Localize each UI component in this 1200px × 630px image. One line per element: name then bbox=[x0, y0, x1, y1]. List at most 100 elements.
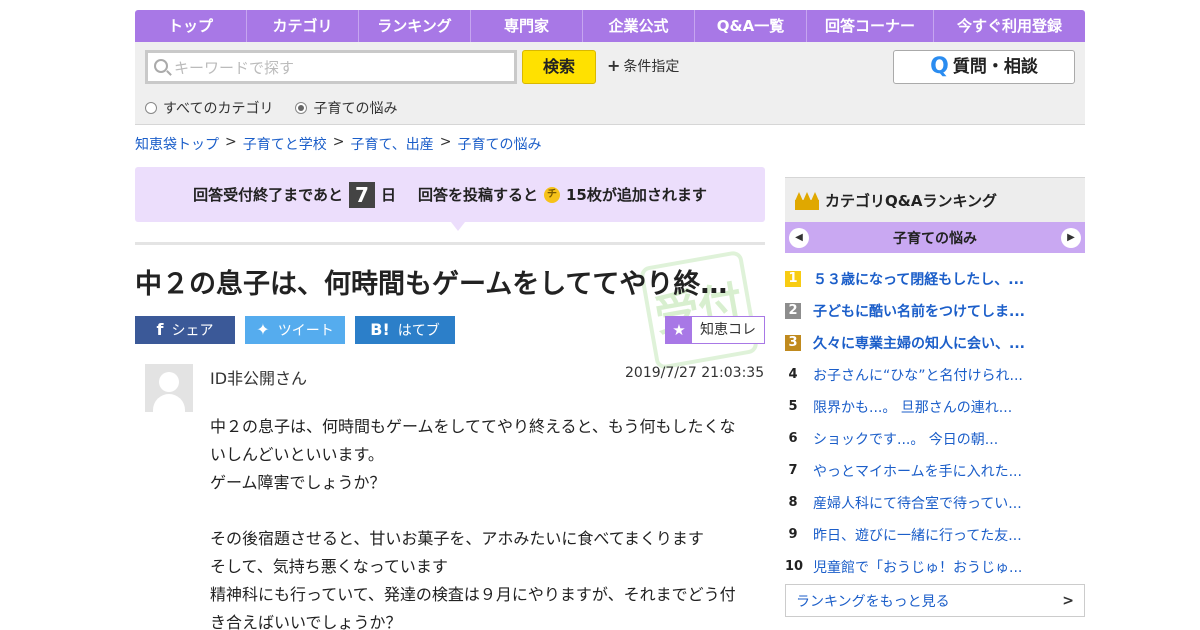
ranking-item[interactable]: 6 ショックです...。 今日の朝... bbox=[785, 423, 1085, 455]
nav-ranking[interactable]: ランキング bbox=[359, 10, 471, 42]
search-icon bbox=[154, 59, 168, 73]
conditions-button[interactable]: + 条件指定 bbox=[607, 56, 679, 76]
nav-official[interactable]: 企業公式 bbox=[583, 10, 695, 42]
more-ranking-button[interactable]: ランキングをもっと見る > bbox=[785, 584, 1085, 617]
ask-question-label: 質問・相談 bbox=[952, 57, 1038, 77]
hatena-label: はてブ bbox=[397, 323, 440, 339]
search-button[interactable]: 検索 bbox=[522, 50, 596, 84]
star-icon: ★ bbox=[666, 317, 692, 343]
rank-number: 1 bbox=[785, 271, 801, 287]
ranking-item[interactable]: 3 久々に専業主婦の知人に会い、... bbox=[785, 327, 1085, 359]
hatena-icon: B! bbox=[370, 320, 390, 339]
breadcrumb-item[interactable]: 子育て、出産 bbox=[350, 134, 433, 154]
ranking-question-link[interactable]: ショックです...。 今日の朝... bbox=[813, 429, 1058, 449]
twitter-share-button[interactable]: ✦ ツイート bbox=[245, 316, 345, 344]
breadcrumb-sep: > bbox=[439, 134, 452, 150]
question-datetime: 2019/7/27 21:03:35 bbox=[625, 365, 765, 381]
ranking-item[interactable]: 2 子どもに酷い名前をつけてしま... bbox=[785, 295, 1085, 327]
chiekore-button[interactable]: ★ 知恵コレ bbox=[665, 316, 765, 344]
radio-all-categories[interactable]: すべてのカテゴリ bbox=[145, 98, 273, 118]
ranking-item[interactable]: 5 限界かも...。 旦那さんの連れ... bbox=[785, 391, 1085, 423]
rank-number: 3 bbox=[785, 335, 801, 351]
breadcrumb-item[interactable]: 子育ての悩み bbox=[458, 134, 542, 154]
plus-icon: + bbox=[607, 56, 621, 75]
ranking-item[interactable]: 7 やっとマイホームを手に入れた... bbox=[785, 455, 1085, 487]
ranking-item[interactable]: 4 お子さんに“ひな”と名付けられ... bbox=[785, 359, 1085, 391]
notice-pointer bbox=[451, 222, 465, 231]
ranking-category-switcher: ◀ 子育ての悩み ▶ bbox=[785, 222, 1085, 253]
question-body: 中２の息子は、何時間もゲームをしててやり終えると、もう何もしたくな いしんどいと… bbox=[210, 413, 750, 630]
notice-day-unit: 日 bbox=[380, 186, 396, 204]
ranking-item[interactable]: 9 昨日、遊びに一緒に行ってた友... bbox=[785, 519, 1085, 551]
nav-qa-list[interactable]: Q&A一覧 bbox=[695, 10, 807, 42]
conditions-label: 条件指定 bbox=[623, 59, 680, 75]
ranking-question-link[interactable]: 児童館で「おうじゅ！おうじゅ... bbox=[813, 557, 1058, 577]
sidebar-header: カテゴリQ&Aランキング bbox=[785, 177, 1085, 222]
prev-category-icon[interactable]: ◀ bbox=[789, 227, 809, 248]
ranking-question-link[interactable]: 昨日、遊びに一緒に行ってた友... bbox=[813, 525, 1058, 545]
coin-icon: チ bbox=[544, 186, 560, 203]
question-line: いしんどいといいます。 bbox=[210, 445, 384, 464]
category-scope: すべてのカテゴリ 子育ての悩み bbox=[145, 98, 397, 118]
radio-off-icon bbox=[145, 102, 157, 114]
rank-number: 7 bbox=[788, 463, 798, 478]
search-area: 検索 +条件指定 Q質問・相談 すべてのカテゴリ 子育ての悩み bbox=[135, 42, 1085, 125]
hatena-bookmark-button[interactable]: B! はてブ bbox=[355, 316, 455, 344]
sidebar-title: カテゴリQ&Aランキング bbox=[825, 191, 997, 210]
question-line: その後宿題させると、甘いお菓子を、アホみたいに食べてまくります bbox=[210, 529, 704, 548]
ranking-question-link[interactable]: やっとマイホームを手に入れた... bbox=[813, 461, 1058, 481]
facebook-share-button[interactable]: f シェア bbox=[135, 316, 235, 344]
next-category-icon[interactable]: ▶ bbox=[1061, 227, 1081, 248]
ranking-item[interactable]: 10 児童館で「おうじゅ！おうじゅ... bbox=[785, 551, 1085, 583]
question-line: き合えばいいでしょうか？ bbox=[210, 613, 402, 630]
chiekore-label: 知恵コレ bbox=[700, 322, 756, 338]
breadcrumb-item[interactable]: 知恵袋トップ bbox=[135, 134, 219, 154]
rank-number: 10 bbox=[785, 559, 804, 574]
twitter-share-label: ツイート bbox=[277, 323, 334, 339]
search-box bbox=[145, 50, 517, 84]
radio-on-icon bbox=[295, 102, 308, 114]
chevron-right-icon: > bbox=[1062, 592, 1074, 609]
ranking-question-link[interactable]: 久々に専業主婦の知人に会い、... bbox=[813, 333, 1058, 353]
avatar-body bbox=[153, 394, 185, 412]
search-input[interactable] bbox=[174, 56, 504, 80]
radio-current-category[interactable]: 子育ての悩み bbox=[295, 98, 397, 118]
rank-number: 2 bbox=[785, 303, 801, 319]
notice-after: 15枚が追加されます bbox=[566, 186, 707, 204]
ranking-list: 1 ５３歳になって閉経もしたし、... 2 子どもに酷い名前をつけてしま... 3 久々に… bbox=[785, 263, 1085, 583]
ranking-question-link[interactable]: ５３歳になって閉経もしたし、... bbox=[813, 269, 1058, 289]
breadcrumb-item[interactable]: 子育てと学校 bbox=[243, 134, 327, 154]
ranking-question-link[interactable]: 子どもに酷い名前をつけてしま... bbox=[813, 301, 1058, 321]
notice-before: 回答受付終了まであと bbox=[193, 186, 343, 204]
question-line: ゲーム障害でしょうか？ bbox=[210, 473, 386, 492]
ranking-item[interactable]: 1 ５３歳になって閉経もしたし、... bbox=[785, 263, 1085, 295]
twitter-icon: ✦ bbox=[256, 320, 270, 339]
question-title: 中２の息子は、何時間もゲームをしててやり終… bbox=[135, 269, 728, 300]
q-icon: Q bbox=[930, 54, 949, 79]
ask-question-button[interactable]: Q 質問・相談 bbox=[893, 50, 1075, 84]
radio-all-label: すべてのカテゴリ bbox=[163, 101, 274, 117]
more-ranking-label: ランキングをもっと見る bbox=[796, 593, 950, 610]
breadcrumb-sep: > bbox=[332, 134, 345, 150]
ranking-question-link[interactable]: 限界かも...。 旦那さんの連れ... bbox=[813, 397, 1058, 417]
facebook-share-label: シェア bbox=[171, 323, 214, 339]
breadcrumb: 知恵袋トップ > 子育てと学校 > 子育て、出産 > 子育ての悩み bbox=[135, 134, 542, 154]
answer-deadline-notice: 回答受付終了まであと 7 日 回答を投稿すると チ 15枚が追加されます bbox=[135, 167, 765, 222]
crown-icon bbox=[795, 190, 819, 210]
rank-number: 4 bbox=[788, 367, 798, 382]
rank-number: 5 bbox=[788, 399, 798, 414]
ranking-question-link[interactable]: 産婦人科にて待合室で待ってい... bbox=[813, 493, 1058, 513]
nav-category[interactable]: カテゴリ bbox=[247, 10, 359, 42]
nav-answer-corner[interactable]: 回答コーナー bbox=[807, 10, 934, 42]
nav-experts[interactable]: 専門家 bbox=[471, 10, 583, 42]
nav-register[interactable]: 今すぐ利用登録 bbox=[934, 10, 1085, 42]
avatar-head bbox=[159, 372, 179, 392]
ranking-question-link[interactable]: お子さんに“ひな”と名付けられ... bbox=[813, 365, 1058, 385]
question-line: 中２の息子は、何時間もゲームをしててやり終えると、もう何もしたくな bbox=[210, 417, 736, 436]
question-author: ID非公開さん bbox=[210, 369, 308, 388]
question-line: そして、気持ち悪くなっています bbox=[210, 557, 448, 576]
nav-top[interactable]: トップ bbox=[135, 10, 247, 42]
ranking-item[interactable]: 8 産婦人科にて待合室で待ってい... bbox=[785, 487, 1085, 519]
rank-number: 6 bbox=[788, 431, 798, 446]
avatar bbox=[145, 364, 193, 412]
